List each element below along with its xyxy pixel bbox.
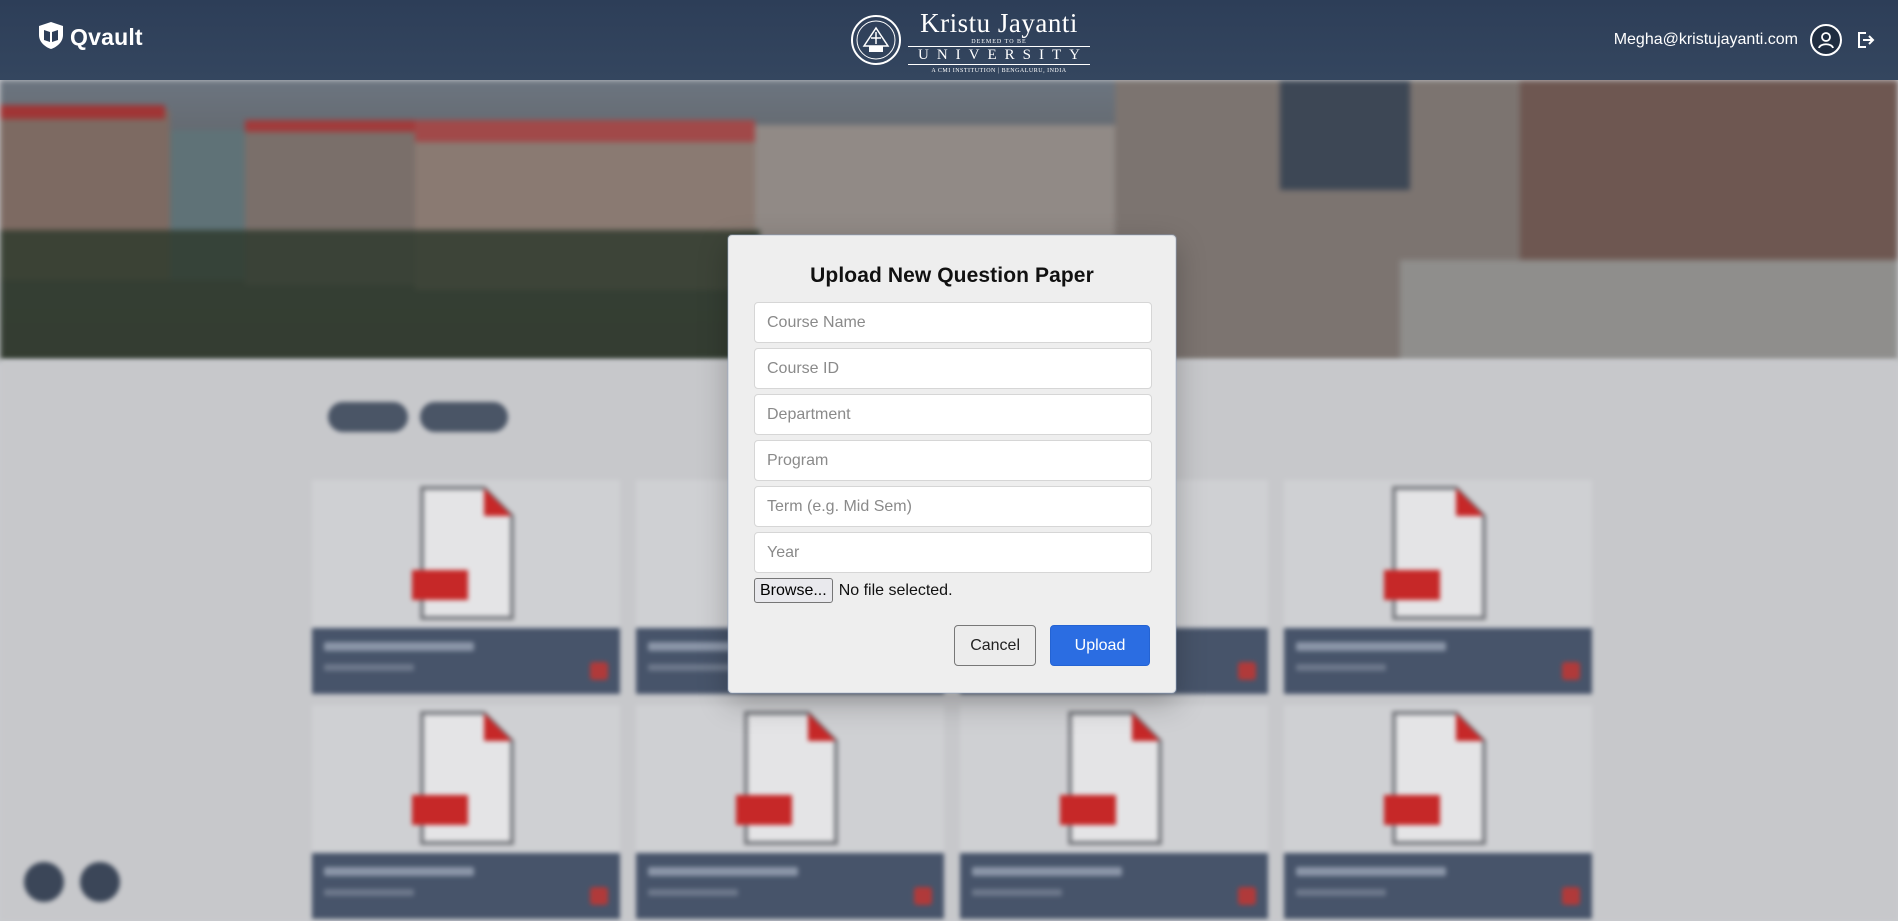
course-name-input[interactable] bbox=[754, 302, 1152, 343]
department-input[interactable] bbox=[754, 394, 1152, 435]
modal-actions: Cancel Upload bbox=[754, 625, 1150, 666]
term-input[interactable] bbox=[754, 486, 1152, 527]
file-status: No file selected. bbox=[838, 581, 953, 599]
year-input[interactable] bbox=[754, 532, 1152, 573]
cancel-button[interactable]: Cancel bbox=[954, 625, 1036, 666]
course-id-input[interactable] bbox=[754, 348, 1152, 389]
file-picker: Browse... No file selected. bbox=[754, 578, 1150, 603]
upload-button[interactable]: Upload bbox=[1050, 625, 1150, 666]
program-input[interactable] bbox=[754, 440, 1152, 481]
modal-title: Upload New Question Paper bbox=[810, 264, 1094, 287]
browse-button[interactable]: Browse... bbox=[754, 578, 833, 603]
upload-modal: Upload New Question Paper Browse... No f… bbox=[728, 235, 1176, 693]
